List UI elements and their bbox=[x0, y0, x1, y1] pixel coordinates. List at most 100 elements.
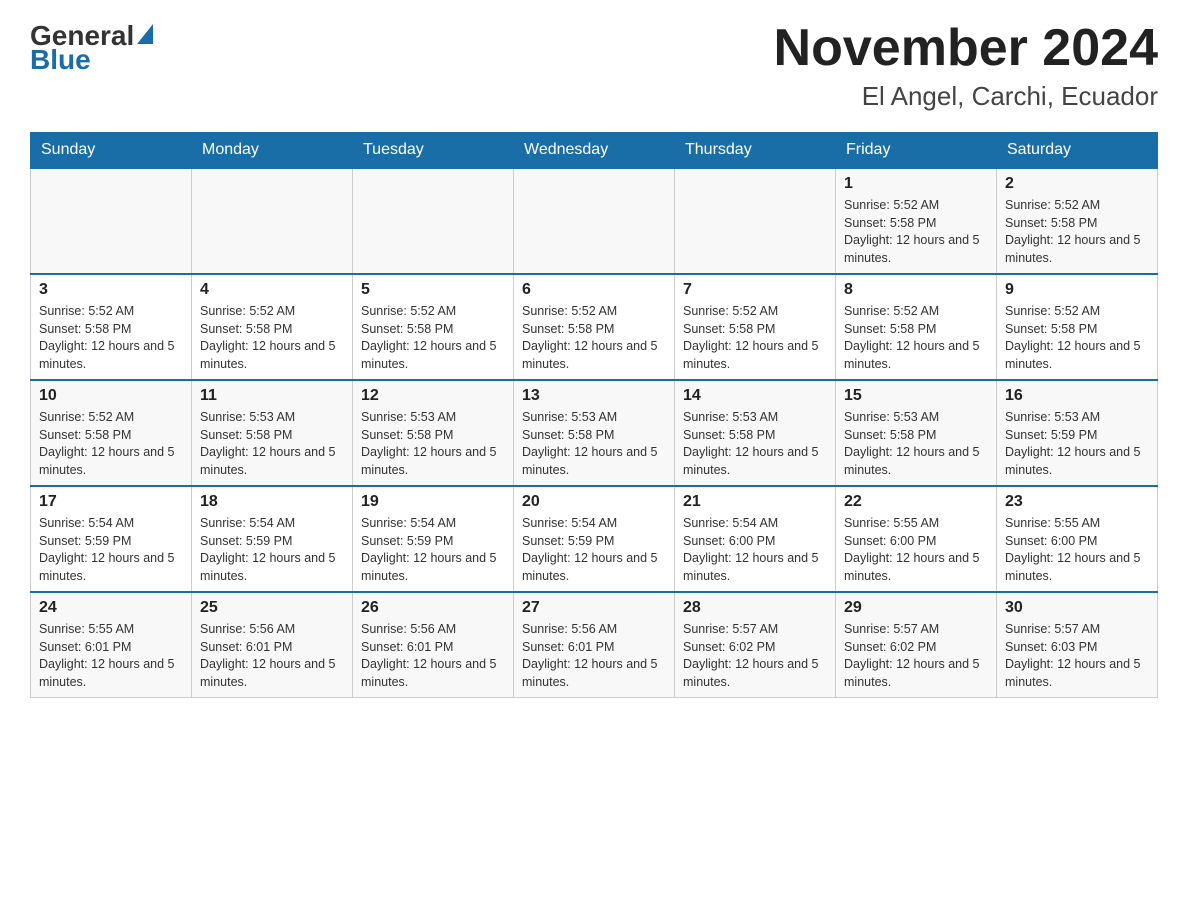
day-number: 11 bbox=[200, 387, 344, 405]
calendar-week-row: 1 Sunrise: 5:52 AM Sunset: 5:58 PM Daylig… bbox=[31, 168, 1158, 274]
day-number: 23 bbox=[1005, 493, 1149, 511]
calendar-day-cell: 11 Sunrise: 5:53 AM Sunset: 5:58 PM Dayli… bbox=[192, 380, 353, 486]
day-number: 8 bbox=[844, 281, 988, 299]
month-title: November 2024 bbox=[774, 20, 1158, 77]
calendar-day-cell: 7 Sunrise: 5:52 AM Sunset: 5:58 PM Daylig… bbox=[675, 274, 836, 380]
day-info: Sunrise: 5:54 AM Sunset: 5:59 PM Dayligh… bbox=[522, 515, 666, 585]
day-number: 7 bbox=[683, 281, 827, 299]
day-info: Sunrise: 5:54 AM Sunset: 5:59 PM Dayligh… bbox=[200, 515, 344, 585]
weekday-header-saturday: Saturday bbox=[997, 133, 1158, 169]
calendar-day-cell: 10 Sunrise: 5:52 AM Sunset: 5:58 PM Dayli… bbox=[31, 380, 192, 486]
calendar-day-cell: 19 Sunrise: 5:54 AM Sunset: 5:59 PM Dayli… bbox=[353, 486, 514, 592]
calendar-day-cell: 25 Sunrise: 5:56 AM Sunset: 6:01 PM Dayli… bbox=[192, 592, 353, 698]
calendar-table: SundayMondayTuesdayWednesdayThursdayFrid… bbox=[30, 132, 1158, 698]
calendar-day-cell: 22 Sunrise: 5:55 AM Sunset: 6:00 PM Dayli… bbox=[836, 486, 997, 592]
day-info: Sunrise: 5:52 AM Sunset: 5:58 PM Dayligh… bbox=[39, 303, 183, 373]
calendar-day-cell: 29Sunrise: 5:57 AM Sunset: 6:02 PM Dayli… bbox=[836, 592, 997, 698]
calendar-day-cell: 2Sunrise: 5:52 AM Sunset: 5:58 PM Daylig… bbox=[997, 168, 1158, 274]
day-number: 5 bbox=[361, 281, 505, 299]
day-info: Sunrise: 5:52 AM Sunset: 5:58 PM Dayligh… bbox=[522, 303, 666, 373]
day-info: Sunrise: 5:52 AM Sunset: 5:58 PM Dayligh… bbox=[1005, 303, 1149, 373]
weekday-header-monday: Monday bbox=[192, 133, 353, 169]
day-number: 17 bbox=[39, 493, 183, 511]
calendar-week-row: 10 Sunrise: 5:52 AM Sunset: 5:58 PM Dayli… bbox=[31, 380, 1158, 486]
day-number: 3 bbox=[39, 281, 183, 299]
day-number: 6 bbox=[522, 281, 666, 299]
day-number: 30 bbox=[1005, 599, 1149, 617]
day-info: Sunrise: 5:52 AM Sunset: 5:58 PM Dayligh… bbox=[1005, 197, 1149, 267]
day-info: Sunrise: 5:53 AM Sunset: 5:58 PM Dayligh… bbox=[361, 409, 505, 479]
title-block: November 2024 El Angel, Carchi, Ecuador bbox=[774, 20, 1158, 112]
day-number: 9 bbox=[1005, 281, 1149, 299]
day-number: 28 bbox=[683, 599, 827, 617]
day-number: 14 bbox=[683, 387, 827, 405]
calendar-week-row: 17 Sunrise: 5:54 AM Sunset: 5:59 PM Dayli… bbox=[31, 486, 1158, 592]
calendar-day-cell: 12Sunrise: 5:53 AM Sunset: 5:58 PM Dayli… bbox=[353, 380, 514, 486]
calendar-week-row: 3 Sunrise: 5:52 AM Sunset: 5:58 PM Daylig… bbox=[31, 274, 1158, 380]
day-number: 13 bbox=[522, 387, 666, 405]
day-number: 10 bbox=[39, 387, 183, 405]
day-info: Sunrise: 5:55 AM Sunset: 6:00 PM Dayligh… bbox=[844, 515, 988, 585]
day-info: Sunrise: 5:52 AM Sunset: 5:58 PM Dayligh… bbox=[844, 303, 988, 373]
day-number: 29 bbox=[844, 599, 988, 617]
logo: General Blue bbox=[30, 20, 153, 76]
day-number: 26 bbox=[361, 599, 505, 617]
day-info: Sunrise: 5:53 AM Sunset: 5:58 PM Dayligh… bbox=[683, 409, 827, 479]
calendar-day-cell bbox=[514, 168, 675, 274]
calendar-header-row: SundayMondayTuesdayWednesdayThursdayFrid… bbox=[31, 133, 1158, 169]
day-info: Sunrise: 5:57 AM Sunset: 6:02 PM Dayligh… bbox=[683, 621, 827, 691]
weekday-header-thursday: Thursday bbox=[675, 133, 836, 169]
day-number: 4 bbox=[200, 281, 344, 299]
day-number: 24 bbox=[39, 599, 183, 617]
calendar-week-row: 24 Sunrise: 5:55 AM Sunset: 6:01 PM Dayli… bbox=[31, 592, 1158, 698]
day-number: 1 bbox=[844, 175, 988, 193]
day-info: Sunrise: 5:54 AM Sunset: 5:59 PM Dayligh… bbox=[361, 515, 505, 585]
day-number: 16 bbox=[1005, 387, 1149, 405]
calendar-day-cell: 1Sunrise: 5:52 AM Sunset: 5:58 PM Daylig… bbox=[836, 168, 997, 274]
day-info: Sunrise: 5:52 AM Sunset: 5:58 PM Dayligh… bbox=[200, 303, 344, 373]
day-info: Sunrise: 5:54 AM Sunset: 5:59 PM Dayligh… bbox=[39, 515, 183, 585]
day-info: Sunrise: 5:56 AM Sunset: 6:01 PM Dayligh… bbox=[200, 621, 344, 691]
day-number: 22 bbox=[844, 493, 988, 511]
calendar-day-cell: 30 Sunrise: 5:57 AM Sunset: 6:03 PM Dayli… bbox=[997, 592, 1158, 698]
weekday-header-tuesday: Tuesday bbox=[353, 133, 514, 169]
day-info: Sunrise: 5:52 AM Sunset: 5:58 PM Dayligh… bbox=[683, 303, 827, 373]
day-number: 15 bbox=[844, 387, 988, 405]
calendar-day-cell bbox=[192, 168, 353, 274]
calendar-day-cell: 5 Sunrise: 5:52 AM Sunset: 5:58 PM Daylig… bbox=[353, 274, 514, 380]
location-title: El Angel, Carchi, Ecuador bbox=[774, 81, 1158, 112]
day-info: Sunrise: 5:55 AM Sunset: 6:00 PM Dayligh… bbox=[1005, 515, 1149, 585]
calendar-day-cell: 24 Sunrise: 5:55 AM Sunset: 6:01 PM Dayli… bbox=[31, 592, 192, 698]
day-number: 27 bbox=[522, 599, 666, 617]
calendar-day-cell: 28 Sunrise: 5:57 AM Sunset: 6:02 PM Dayli… bbox=[675, 592, 836, 698]
weekday-header-wednesday: Wednesday bbox=[514, 133, 675, 169]
day-info: Sunrise: 5:54 AM Sunset: 6:00 PM Dayligh… bbox=[683, 515, 827, 585]
calendar-day-cell: 27 Sunrise: 5:56 AM Sunset: 6:01 PM Dayli… bbox=[514, 592, 675, 698]
calendar-day-cell: 17 Sunrise: 5:54 AM Sunset: 5:59 PM Dayli… bbox=[31, 486, 192, 592]
day-info: Sunrise: 5:53 AM Sunset: 5:59 PM Dayligh… bbox=[1005, 409, 1149, 479]
day-info: Sunrise: 5:52 AM Sunset: 5:58 PM Dayligh… bbox=[361, 303, 505, 373]
calendar-day-cell: 13 Sunrise: 5:53 AM Sunset: 5:58 PM Dayli… bbox=[514, 380, 675, 486]
page-header: General Blue November 2024 El Angel, Car… bbox=[30, 20, 1158, 112]
calendar-day-cell: 16 Sunrise: 5:53 AM Sunset: 5:59 PM Dayli… bbox=[997, 380, 1158, 486]
day-info: Sunrise: 5:53 AM Sunset: 5:58 PM Dayligh… bbox=[522, 409, 666, 479]
calendar-day-cell: 3 Sunrise: 5:52 AM Sunset: 5:58 PM Daylig… bbox=[31, 274, 192, 380]
calendar-day-cell: 6 Sunrise: 5:52 AM Sunset: 5:58 PM Daylig… bbox=[514, 274, 675, 380]
day-info: Sunrise: 5:56 AM Sunset: 6:01 PM Dayligh… bbox=[522, 621, 666, 691]
calendar-day-cell bbox=[675, 168, 836, 274]
day-number: 18 bbox=[200, 493, 344, 511]
calendar-day-cell: 8 Sunrise: 5:52 AM Sunset: 5:58 PM Daylig… bbox=[836, 274, 997, 380]
day-info: Sunrise: 5:52 AM Sunset: 5:58 PM Dayligh… bbox=[39, 409, 183, 479]
day-number: 25 bbox=[200, 599, 344, 617]
weekday-header-sunday: Sunday bbox=[31, 133, 192, 169]
day-number: 21 bbox=[683, 493, 827, 511]
day-info: Sunrise: 5:57 AM Sunset: 6:03 PM Dayligh… bbox=[1005, 621, 1149, 691]
day-info: Sunrise: 5:53 AM Sunset: 5:58 PM Dayligh… bbox=[200, 409, 344, 479]
calendar-day-cell: 20Sunrise: 5:54 AM Sunset: 5:59 PM Dayli… bbox=[514, 486, 675, 592]
day-number: 19 bbox=[361, 493, 505, 511]
calendar-day-cell: 9 Sunrise: 5:52 AM Sunset: 5:58 PM Daylig… bbox=[997, 274, 1158, 380]
calendar-day-cell: 15Sunrise: 5:53 AM Sunset: 5:58 PM Dayli… bbox=[836, 380, 997, 486]
logo-triangle-icon bbox=[137, 24, 153, 44]
day-info: Sunrise: 5:55 AM Sunset: 6:01 PM Dayligh… bbox=[39, 621, 183, 691]
calendar-day-cell bbox=[31, 168, 192, 274]
